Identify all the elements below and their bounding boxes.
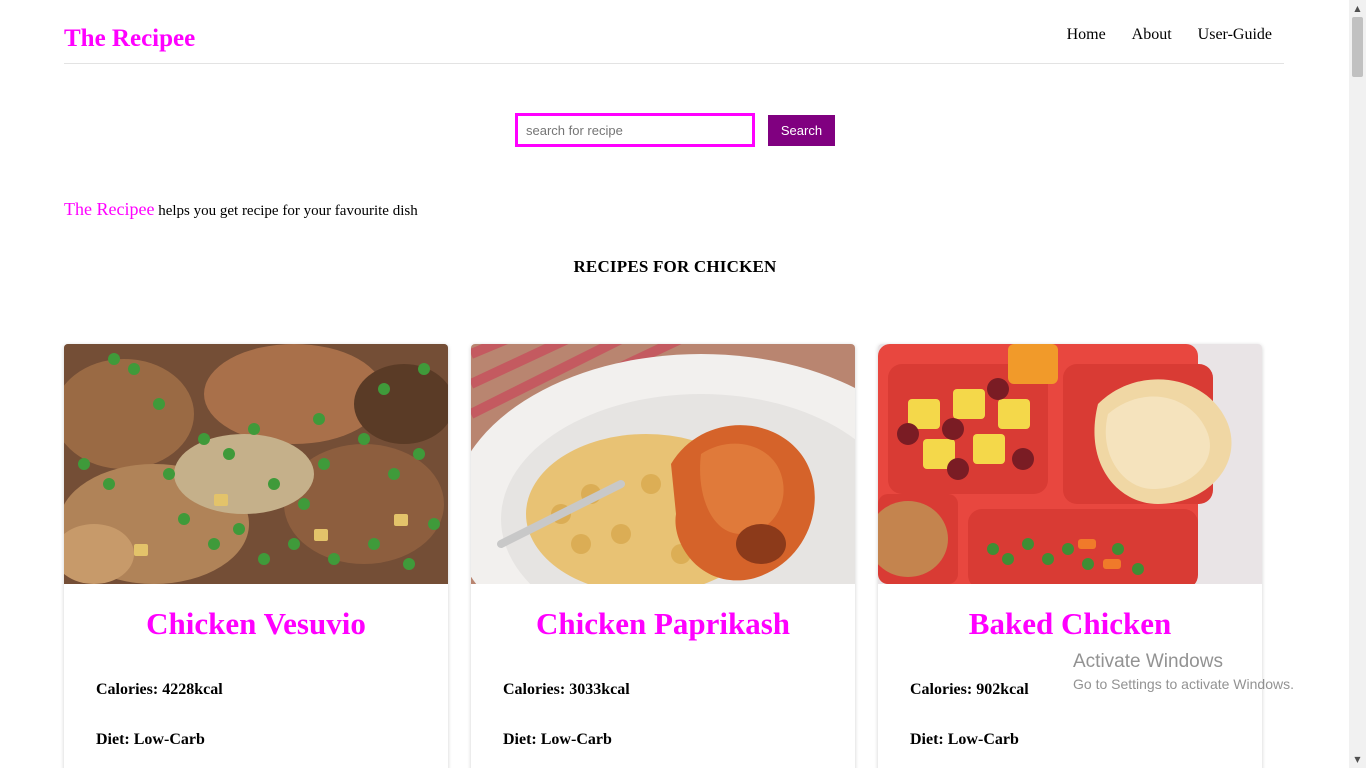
tagline-text: helps you get recipe for your favourite … xyxy=(154,203,418,219)
recipe-card-list: Chicken Vesuvio Calories: 4228kcal Diet:… xyxy=(64,344,1262,768)
scroll-down-arrow-icon[interactable]: ▼ xyxy=(1349,751,1366,768)
search-form: Search xyxy=(515,113,835,147)
recipe-calories: Calories: 3033kcal xyxy=(503,681,630,698)
recipe-image[interactable] xyxy=(471,344,855,584)
section-heading: RECIPES FOR CHICKEN xyxy=(573,257,777,276)
recipe-diet: Diet: Low-Carb xyxy=(96,731,205,748)
scrollbar-thumb[interactable] xyxy=(1352,17,1363,77)
recipe-meta: Calories: 902kcal Diet: Low-Carb xyxy=(878,680,1262,750)
recipe-meta: Calories: 3033kcal Diet: Low-Carb xyxy=(471,680,855,750)
recipe-diet: Diet: Low-Carb xyxy=(503,731,612,748)
recipe-calories: Calories: 4228kcal xyxy=(96,681,223,698)
recipe-title[interactable]: Baked Chicken xyxy=(878,606,1262,642)
page: The Recipee Home About User-Guide Search… xyxy=(0,0,1366,768)
brand-logo-link[interactable]: The Recipee xyxy=(64,24,195,54)
site-header: The Recipee Home About User-Guide xyxy=(64,0,1284,64)
tagline-brand: The Recipee xyxy=(64,199,155,219)
tagline: The Recipee helps you get recipe for you… xyxy=(64,199,418,221)
recipe-calories: Calories: 902kcal xyxy=(910,681,1029,698)
vertical-scrollbar[interactable]: ▲ ▼ xyxy=(1349,0,1366,768)
recipe-card[interactable]: Baked Chicken Calories: 902kcal Diet: Lo… xyxy=(878,344,1262,768)
nav-link-about[interactable]: About xyxy=(1132,25,1172,45)
recipe-image[interactable] xyxy=(878,344,1262,584)
recipe-card[interactable]: Chicken Paprikash Calories: 3033kcal Die… xyxy=(471,344,855,768)
nav-link-home[interactable]: Home xyxy=(1067,25,1106,45)
scroll-up-arrow-icon[interactable]: ▲ xyxy=(1349,0,1366,17)
search-input[interactable] xyxy=(515,113,755,147)
main-nav: Home About User-Guide xyxy=(1041,25,1272,45)
recipe-photo-chicken-vesuvio xyxy=(64,344,448,584)
recipe-image[interactable] xyxy=(64,344,448,584)
recipe-card[interactable]: Chicken Vesuvio Calories: 4228kcal Diet:… xyxy=(64,344,448,768)
search-button[interactable]: Search xyxy=(768,114,835,146)
recipe-meta: Calories: 4228kcal Diet: Low-Carb xyxy=(64,680,448,750)
recipe-diet: Diet: Low-Carb xyxy=(910,731,1019,748)
recipe-title[interactable]: Chicken Vesuvio xyxy=(64,606,448,642)
recipe-photo-baked-chicken xyxy=(878,344,1262,584)
recipe-title[interactable]: Chicken Paprikash xyxy=(471,606,855,642)
recipe-photo-chicken-paprikash xyxy=(471,344,855,584)
nav-link-user-guide[interactable]: User-Guide xyxy=(1198,25,1272,45)
